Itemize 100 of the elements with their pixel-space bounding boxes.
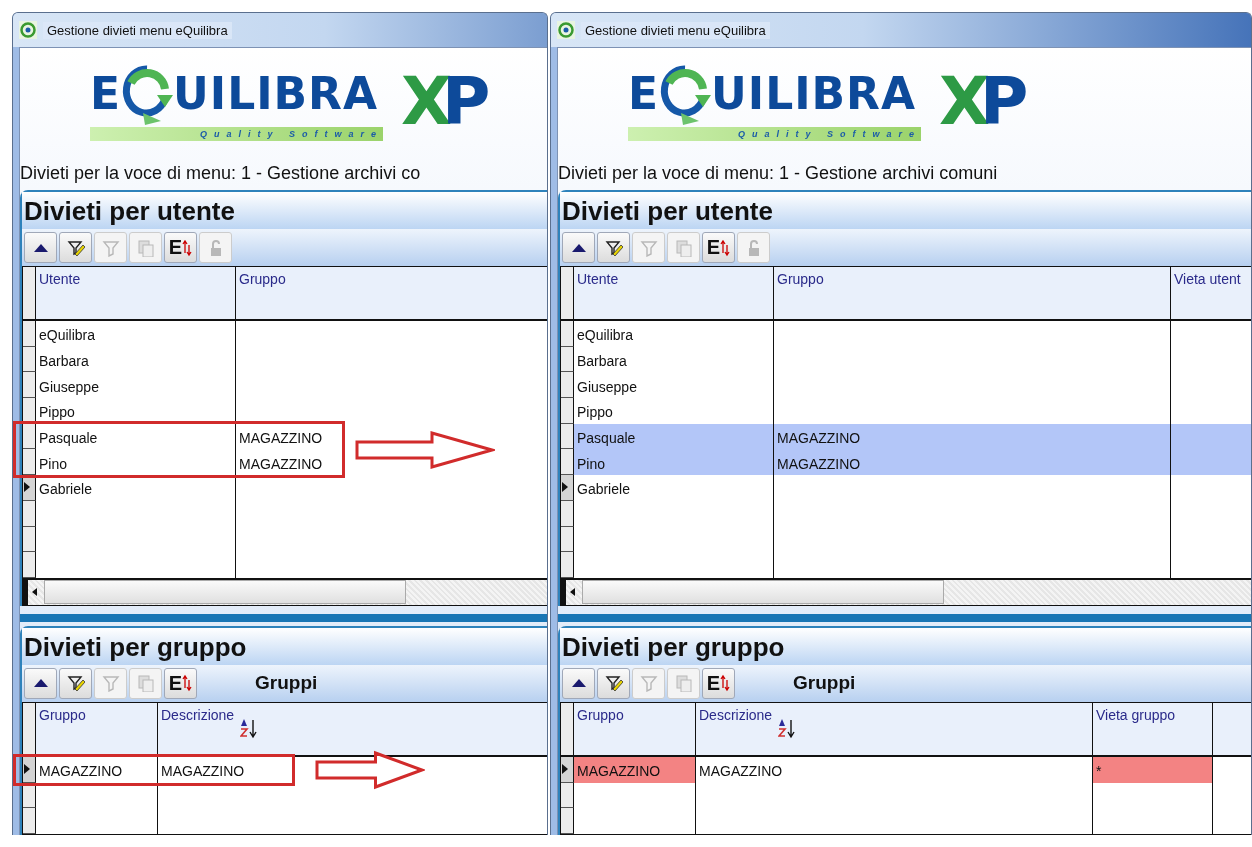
export-button[interactable]: E <box>164 232 197 263</box>
row-selector[interactable] <box>561 475 574 501</box>
table-cell: MAGAZZINO <box>699 763 783 780</box>
filter-pencil-icon <box>66 674 85 693</box>
table-row[interactable]: Pasquale MAGAZZINO <box>561 423 1251 450</box>
documents-icon <box>674 238 693 257</box>
filter-edit-button[interactable] <box>59 232 92 263</box>
row-selector[interactable] <box>561 449 574 476</box>
documents-icon <box>136 674 155 693</box>
table-row[interactable]: Pino MAGAZZINO <box>561 449 1251 476</box>
up-button[interactable] <box>562 232 595 263</box>
table-cell: Gabriele <box>39 481 92 498</box>
table-cell: Barbara <box>577 353 627 370</box>
row-selector[interactable] <box>561 756 574 783</box>
table-cell: eQuilibra <box>577 327 634 344</box>
filter-icon <box>639 238 658 257</box>
row-selector[interactable] <box>23 346 36 373</box>
arrow-annotation-icon <box>355 429 495 470</box>
export-button[interactable]: E <box>702 667 735 699</box>
row-selector[interactable] <box>561 552 574 578</box>
filter-icon <box>639 674 658 693</box>
table-cell: * <box>1093 756 1213 783</box>
sort-arrows-icon <box>182 238 193 257</box>
row-selector[interactable] <box>561 526 574 553</box>
row-selector[interactable] <box>23 756 36 783</box>
sort-arrows-icon <box>720 674 731 693</box>
row-selector[interactable] <box>23 526 36 553</box>
filter-pencil-icon <box>604 238 623 257</box>
filter-edit-button[interactable] <box>597 232 630 263</box>
table-row[interactable]: Giuseppe <box>23 372 547 399</box>
menu-item-caption: Divieti per la voce di menu: 1 - Gestione archivi co <box>20 161 422 185</box>
filter-pencil-icon <box>66 238 85 257</box>
filter-edit-button[interactable] <box>597 667 630 699</box>
table-cell: Giuseppe <box>39 378 99 395</box>
filter-pencil-icon <box>604 674 623 693</box>
table-row[interactable]: Pippo <box>23 398 547 424</box>
row-selector[interactable] <box>561 423 574 450</box>
horizontal-scrollbar[interactable] <box>22 578 547 606</box>
table-cell: MAGAZZINO <box>239 430 323 447</box>
row-selector[interactable] <box>561 398 574 424</box>
table-row[interactable]: MAGAZZINO MAGAZZINO * <box>561 756 1251 783</box>
filter-edit-button[interactable] <box>59 667 92 699</box>
table-cell: MAGAZZINO <box>239 455 323 472</box>
row-selector[interactable] <box>23 398 36 424</box>
toolbar-caption: Gruppi <box>793 672 856 695</box>
row-selector[interactable] <box>561 372 574 399</box>
table-cell: Gabriele <box>577 481 630 498</box>
logo: E UILIBRA Quality Software XP <box>627 62 1030 143</box>
row-selector[interactable] <box>23 372 36 399</box>
sort-arrows-icon <box>182 674 193 693</box>
table-cell: Pasquale <box>39 430 98 447</box>
documents-icon <box>136 238 155 257</box>
table-row[interactable]: Pippo <box>561 398 1251 424</box>
table-row[interactable]: Gabriele <box>561 475 1251 501</box>
row-selector[interactable] <box>561 808 574 834</box>
table-cell: MAGAZZINO <box>777 455 861 472</box>
row-selector[interactable] <box>23 423 36 450</box>
up-button[interactable] <box>24 667 57 699</box>
table-cell: Pino <box>39 455 68 472</box>
row-selector[interactable] <box>561 346 574 373</box>
logo: E UILIBRA Quality Software XP <box>89 62 492 143</box>
table-cell: Pippo <box>39 404 75 421</box>
table-cell: Barbara <box>39 353 89 370</box>
window-title: Gestione divieti menu eQuilibra <box>43 21 232 39</box>
toolbar-caption: Gruppi <box>255 672 318 695</box>
sort-arrows-icon <box>720 238 731 257</box>
row-selector[interactable] <box>23 500 36 527</box>
table-row[interactable]: Giuseppe <box>561 372 1251 399</box>
row-selector[interactable] <box>23 808 36 834</box>
window-title: Gestione divieti menu eQuilibra <box>581 21 770 39</box>
table-row[interactable]: Barbara <box>561 346 1251 373</box>
row-selector[interactable] <box>23 321 36 347</box>
section-title: Divieti per utente <box>22 192 547 229</box>
table-row[interactable]: eQuilibra <box>23 321 547 347</box>
table-cell: MAGAZZINO <box>777 430 861 447</box>
export-button[interactable]: E <box>164 667 197 699</box>
table-cell: Giuseppe <box>577 378 637 395</box>
row-selector[interactable] <box>561 782 574 809</box>
table-cell: Pasquale <box>577 430 636 447</box>
row-selector[interactable] <box>561 500 574 527</box>
app-icon <box>557 21 575 39</box>
filter-icon <box>101 674 120 693</box>
section-title: Divieti per gruppo <box>560 627 1251 665</box>
row-selector[interactable] <box>561 321 574 347</box>
table-cell: Pippo <box>577 404 613 421</box>
table-cell: MAGAZZINO <box>574 756 696 783</box>
table-cell: MAGAZZINO <box>39 763 123 780</box>
row-selector[interactable] <box>23 552 36 578</box>
row-selector[interactable] <box>23 449 36 476</box>
table-cell: eQuilibra <box>39 327 96 344</box>
table-row[interactable]: Gabriele <box>23 475 547 501</box>
horizontal-scrollbar[interactable] <box>560 578 1251 606</box>
table-row[interactable]: Barbara <box>23 346 547 373</box>
table-cell: Pino <box>577 455 606 472</box>
app-icon <box>19 21 37 39</box>
section-title: Divieti per utente <box>560 192 1251 229</box>
export-button[interactable]: E <box>702 232 735 263</box>
up-button[interactable] <box>562 667 595 699</box>
up-button[interactable] <box>24 232 57 263</box>
table-row[interactable]: eQuilibra <box>561 321 1251 347</box>
